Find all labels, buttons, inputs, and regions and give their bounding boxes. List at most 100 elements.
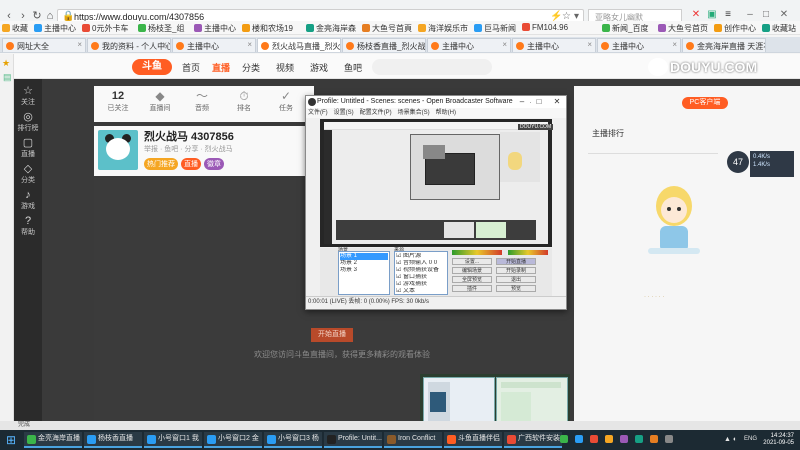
app-icon[interactable]: ▤ [3, 72, 12, 83]
checkbox-icon[interactable]: ☑ [396, 267, 403, 273]
obs-button[interactable]: 编辑场景 [452, 267, 492, 274]
checkbox-icon[interactable]: ☑ [396, 288, 403, 294]
close-tab-icon[interactable]: × [417, 40, 422, 49]
bookmark-item[interactable]: 大鱼号首页 [658, 23, 708, 34]
bookmark-item[interactable]: 收藏 [2, 23, 28, 34]
taskbar-app[interactable]: Profile: Untit... [324, 432, 382, 448]
obs-button[interactable]: 开始直播 [496, 258, 536, 265]
browser-tab[interactable]: 主播中心 × [597, 38, 681, 52]
tool-item[interactable]: ⏱ 排名 [224, 89, 264, 113]
windows-start-icon[interactable]: ⊞ [4, 433, 18, 447]
browser-tab[interactable]: 我的资料 - 个人中心 × [87, 38, 171, 52]
tray-app-icon[interactable] [560, 435, 568, 443]
browser-tab[interactable]: 烈火战马直播_烈火战马× [257, 38, 341, 52]
bookmark-item[interactable]: 创作中心 [714, 23, 756, 34]
checkbox-icon[interactable]: ☑ [396, 253, 403, 259]
menu-icon[interactable]: ≡ [722, 9, 734, 21]
bookmark-item[interactable]: 收藏站 [762, 23, 796, 34]
browser-tab[interactable]: 主播中心 × [427, 38, 511, 52]
tray-app-icon[interactable] [650, 435, 658, 443]
close-tab-icon[interactable]: × [757, 40, 762, 49]
source-item[interactable]: ☑ 图片源 [396, 253, 446, 260]
obs-button[interactable]: 全屏预览 [452, 276, 492, 283]
tool-item[interactable]: 〜音频 [182, 89, 222, 113]
douyu-logo[interactable]: 斗鱼 [132, 59, 172, 75]
tray-app-icon[interactable] [635, 435, 643, 443]
source-item[interactable]: ☑ 窗口捕获 [396, 274, 446, 281]
tray-app-icon[interactable] [665, 435, 673, 443]
obs-title-bar[interactable]: Profile: Untitled - Scenes: scenes - Ope… [306, 96, 566, 108]
bookmark-item[interactable]: FM104.96 [522, 23, 568, 32]
avatar[interactable] [98, 130, 138, 170]
tool-item[interactable]: ✓ 任务 [266, 89, 306, 113]
maximize-icon[interactable]: □ [760, 9, 772, 21]
checkbox-icon[interactable]: ☑ [396, 281, 403, 287]
minimize-icon[interactable]: – [744, 9, 756, 21]
scene-list[interactable]: 场景 1 场景 2 场景 3 [338, 251, 390, 295]
obs-preview[interactable]: DOUYU.COM [320, 119, 554, 247]
input-language[interactable]: ENG [744, 436, 757, 442]
tray-app-icon[interactable] [620, 435, 628, 443]
anchor-tag[interactable]: 热门推荐 [144, 158, 178, 170]
close-tab-icon[interactable]: × [332, 40, 337, 49]
side-nav-item[interactable]: ? 帮助 [16, 215, 40, 237]
taskbar-app[interactable]: 斗鱼直播伴侣 [444, 432, 502, 448]
anchor-tag[interactable]: 徽章 [204, 158, 224, 170]
scene-item[interactable]: 场景 3 [340, 267, 388, 274]
clock[interactable]: 14:24:37 2021-09-05 [763, 433, 794, 447]
source-item[interactable]: ☑ 文本 [396, 288, 446, 295]
taskbar-app[interactable]: 广西软件安装 [504, 432, 562, 448]
nav-link[interactable]: 分类 [242, 61, 260, 74]
nav-link[interactable]: 直播 [212, 61, 230, 74]
close-tab-icon[interactable]: × [672, 40, 677, 49]
taskbar-app[interactable]: Iron Conflict [384, 432, 442, 448]
bookmark-item[interactable]: 大鱼号首頁 [362, 23, 412, 34]
pc-client-button[interactable]: PC客户端 [682, 97, 728, 109]
close-tab-icon[interactable]: × [587, 40, 592, 49]
obs-button[interactable]: 开始录制 [496, 267, 536, 274]
browser-tab[interactable]: 金亮海岸直播 天涯不 × [682, 38, 766, 52]
tool-item[interactable]: ◆ 直播间 [140, 89, 180, 113]
nav-link[interactable]: 游戏 [310, 61, 328, 74]
obs-menu-item[interactable]: 设置(S) [334, 110, 354, 116]
nav-link[interactable]: 鱼吧 [344, 61, 362, 74]
tray-app-icon[interactable] [590, 435, 598, 443]
checkbox-icon[interactable]: ☑ [396, 274, 403, 280]
bookmark-item[interactable]: 巨马新闻 [474, 23, 516, 34]
nav-link[interactable]: 首页 [182, 61, 200, 74]
tray-app-icon[interactable] [605, 435, 613, 443]
close-tab-icon[interactable]: × [502, 40, 507, 49]
checkbox-icon[interactable]: ☑ [396, 260, 403, 266]
bookmark-item[interactable]: 新闻_百度 [602, 23, 648, 34]
taskbar-app[interactable]: 小号窗口2 金 [204, 432, 262, 448]
browser-tab[interactable]: 杨枝香直播_烈火战马 × [342, 38, 426, 52]
bookmark-item[interactable]: 海洋娱乐市 [418, 23, 468, 34]
close-icon[interactable]: ✕ [778, 9, 790, 21]
start-live-button[interactable]: 开始直播 [311, 328, 353, 342]
close-tab-icon[interactable]: × [77, 40, 82, 49]
tool-item[interactable]: 12 已关注 [98, 89, 138, 113]
side-nav-item[interactable]: ☆ 关注 [16, 85, 40, 107]
obs-button[interactable]: 预览 [496, 285, 536, 292]
extension-icon[interactable]: ▣ [706, 9, 718, 21]
source-item[interactable]: ☑ 音频输入 0 0 [396, 260, 446, 267]
scene-item[interactable]: 场景 1 [340, 253, 388, 260]
obs-button[interactable]: 设置... [452, 258, 492, 265]
obs-menu-item[interactable]: 配置文件(P) [360, 110, 392, 116]
bookmark-item[interactable]: 0元外卡车 [82, 23, 128, 34]
browser-tab[interactable]: 网址大全 × [2, 38, 86, 52]
taskbar-app[interactable]: 杨枝香直播 [84, 432, 142, 448]
side-nav-item[interactable]: ▢ 直播 [16, 137, 40, 159]
source-item[interactable]: ☑ 视频捕获设备 [396, 267, 446, 274]
maximize-icon[interactable]: □ [531, 96, 547, 108]
bookmark-item[interactable]: 金亮海岸森 [306, 23, 356, 34]
rank-tabs[interactable] [588, 144, 718, 154]
source-list[interactable]: ☑ 图片源 ☑ 音频输入 0 0 ☑ 视频捕获设备 ☑ 窗口捕获 ☑ 游戏捕获 ☑ 文本 [394, 251, 448, 295]
side-nav-item[interactable]: ◇ 分类 [16, 163, 40, 185]
volume-icon[interactable]: ◐ [733, 436, 737, 443]
minimize-icon[interactable]: – [514, 96, 530, 108]
anchor-tag[interactable]: 直播 [181, 158, 201, 170]
obs-button[interactable]: 退出 [496, 276, 536, 283]
bookmark-item[interactable]: 杨枝圣_组 [138, 23, 184, 34]
nav-link[interactable]: 视频 [276, 61, 294, 74]
